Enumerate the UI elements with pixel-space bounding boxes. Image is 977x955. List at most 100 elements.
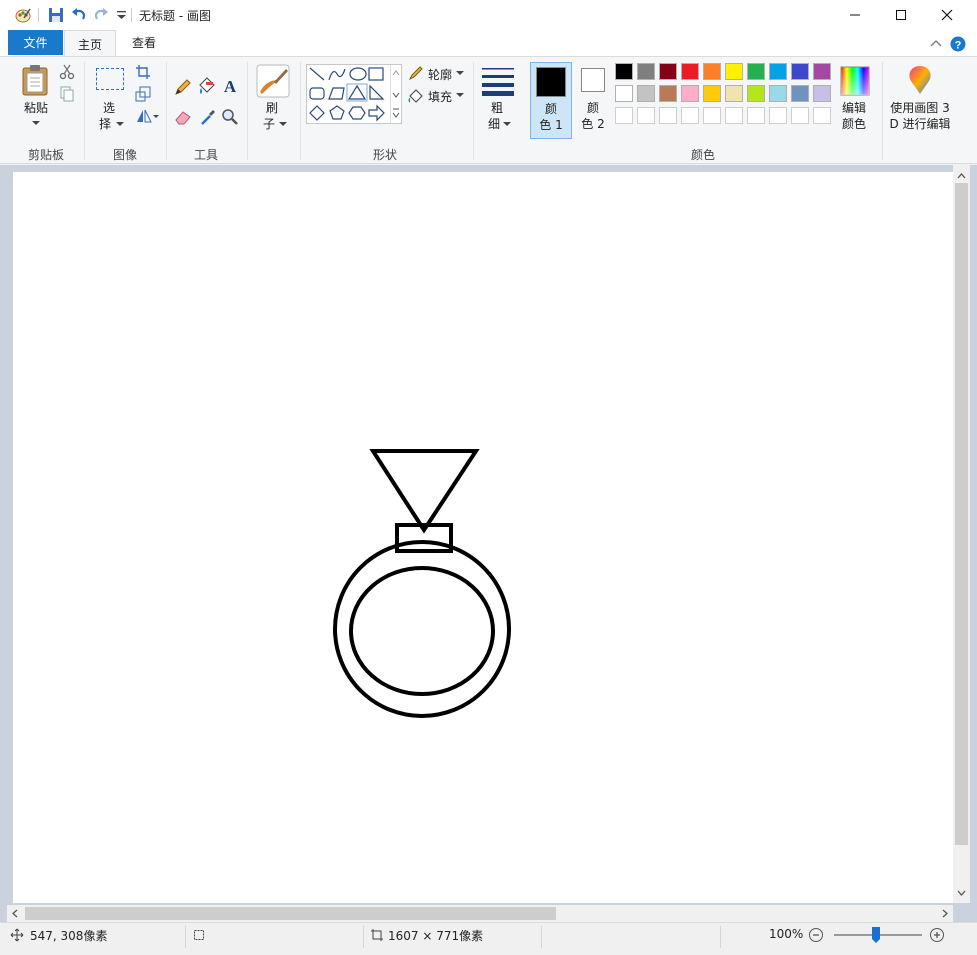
brushes-label-1: 刷 — [265, 101, 278, 115]
palette-swatch[interactable] — [813, 85, 831, 102]
eraser-icon[interactable] — [174, 108, 192, 126]
fill-bucket-small-icon — [408, 89, 423, 103]
crop-icon[interactable] — [135, 64, 151, 80]
palette-swatch[interactable] — [747, 85, 765, 102]
paste-label: 粘贴 — [23, 101, 48, 115]
edit-colors-button[interactable]: 编辑 颜色 — [838, 62, 872, 136]
zoom-in-icon[interactable] — [929, 927, 945, 943]
palette-swatch[interactable] — [681, 107, 699, 124]
palette-swatch[interactable] — [791, 63, 809, 80]
palette-swatch[interactable] — [615, 85, 633, 102]
tab-home[interactable]: 主页 — [64, 30, 116, 57]
palette-swatch[interactable] — [747, 107, 765, 124]
edit-colors-label-1: 编辑 — [841, 101, 866, 115]
palette-swatch[interactable] — [813, 107, 831, 124]
palette-swatch[interactable] — [813, 63, 831, 80]
drawing-canvas[interactable] — [13, 172, 953, 903]
status-separator — [363, 926, 364, 948]
palette-swatch[interactable] — [659, 63, 677, 80]
diamond-triangle — [369, 449, 480, 534]
gallery-scroll-arrows-icon — [392, 70, 400, 118]
palette-swatch[interactable] — [637, 107, 655, 124]
palette-swatch[interactable] — [703, 107, 721, 124]
outline-dropdown[interactable]: 轮廓 — [408, 64, 468, 82]
clipboard-group-label: 剪贴板 — [27, 148, 64, 162]
svg-text:A: A — [224, 77, 237, 96]
palette-swatch[interactable] — [769, 107, 787, 124]
canvas-size-icon — [371, 929, 383, 941]
maximize-button[interactable] — [878, 0, 924, 30]
palette-swatch[interactable] — [659, 85, 677, 102]
shapes-scrollbar[interactable] — [390, 65, 401, 123]
clipboard-paste-icon — [22, 65, 48, 96]
palette-swatch[interactable] — [747, 63, 765, 80]
color1-label-1: 颜 — [544, 102, 557, 116]
copy-icon[interactable] — [59, 86, 75, 102]
paint3d-label-1: 使用画图 3 — [890, 101, 950, 115]
palette-swatch[interactable] — [725, 107, 743, 124]
palette-swatch[interactable] — [725, 63, 743, 80]
ring-drawing — [333, 449, 511, 718]
resize-icon[interactable] — [135, 86, 151, 102]
horizontal-scrollbar[interactable] — [7, 905, 953, 922]
size-label-1: 粗 — [490, 101, 503, 115]
cut-icon[interactable] — [59, 64, 75, 80]
palette-swatch[interactable] — [615, 63, 633, 80]
color2-button[interactable]: 颜 色 2 — [575, 62, 611, 139]
magnifier-icon[interactable] — [221, 108, 239, 126]
palette-swatch[interactable] — [791, 107, 809, 124]
palette-swatch[interactable] — [791, 85, 809, 102]
brushes-button[interactable]: 刷 子 — [252, 62, 292, 136]
size-button[interactable]: 粗 细 — [478, 62, 518, 136]
palette-swatch[interactable] — [769, 85, 787, 102]
close-button[interactable] — [924, 0, 970, 30]
palette-swatch[interactable] — [615, 107, 633, 124]
paint3d-label-2: D 进行编辑 — [889, 117, 951, 131]
group-separator — [882, 62, 883, 160]
palette-swatch[interactable] — [703, 85, 721, 102]
paste-button[interactable]: 粘贴 — [13, 60, 59, 136]
tab-file[interactable]: 文件 — [8, 30, 63, 55]
palette-swatch[interactable] — [725, 85, 743, 102]
color2-swatch — [581, 68, 605, 92]
palette-swatch[interactable] — [659, 107, 677, 124]
color-spectrum-icon — [840, 66, 870, 96]
rotate-icon[interactable] — [135, 108, 159, 124]
selection-rect-icon — [96, 68, 124, 90]
shapes-gallery-icons — [309, 67, 385, 122]
group-separator — [247, 62, 248, 160]
zoom-out-icon[interactable] — [808, 927, 824, 943]
palette-swatch[interactable] — [769, 63, 787, 80]
edit-colors-label-2: 颜色 — [841, 117, 866, 131]
fill-dropdown[interactable]: 填充 — [408, 86, 468, 104]
status-separator — [720, 926, 721, 948]
color-picker-icon[interactable] — [199, 108, 217, 126]
dropdown-arrow-icon — [503, 122, 511, 126]
zoom-slider-thumb[interactable] — [870, 926, 882, 944]
fill-label: 填充 — [428, 90, 453, 104]
redo-icon[interactable] — [92, 6, 110, 24]
tab-view[interactable]: 查看 — [119, 30, 169, 55]
customize-qa-icon[interactable] — [113, 6, 131, 24]
palette-swatch[interactable] — [703, 63, 721, 80]
paint-app-icon[interactable] — [14, 6, 32, 24]
brush-icon — [256, 64, 290, 98]
select-button[interactable]: 选 择 — [90, 62, 128, 136]
collapse-ribbon-icon[interactable] — [930, 38, 942, 48]
help-icon[interactable]: ? — [950, 36, 966, 52]
save-icon[interactable] — [47, 6, 65, 24]
edit-with-paint3d-button[interactable]: 使用画图 3 D 进行编辑 — [886, 62, 954, 136]
undo-icon[interactable] — [70, 6, 88, 24]
zoom-level: 100% — [769, 927, 804, 941]
palette-swatch[interactable] — [637, 85, 655, 102]
color1-button[interactable]: 颜 色 1 — [530, 62, 572, 139]
text-tool-icon[interactable]: A — [221, 76, 239, 96]
close-icon — [941, 9, 953, 21]
vertical-scrollbar[interactable] — [953, 165, 970, 903]
minimize-button[interactable] — [832, 0, 878, 30]
pencil-icon[interactable] — [174, 78, 192, 96]
palette-swatch[interactable] — [681, 63, 699, 80]
fill-bucket-icon[interactable] — [197, 76, 217, 96]
palette-swatch[interactable] — [637, 63, 655, 80]
palette-swatch[interactable] — [681, 85, 699, 102]
